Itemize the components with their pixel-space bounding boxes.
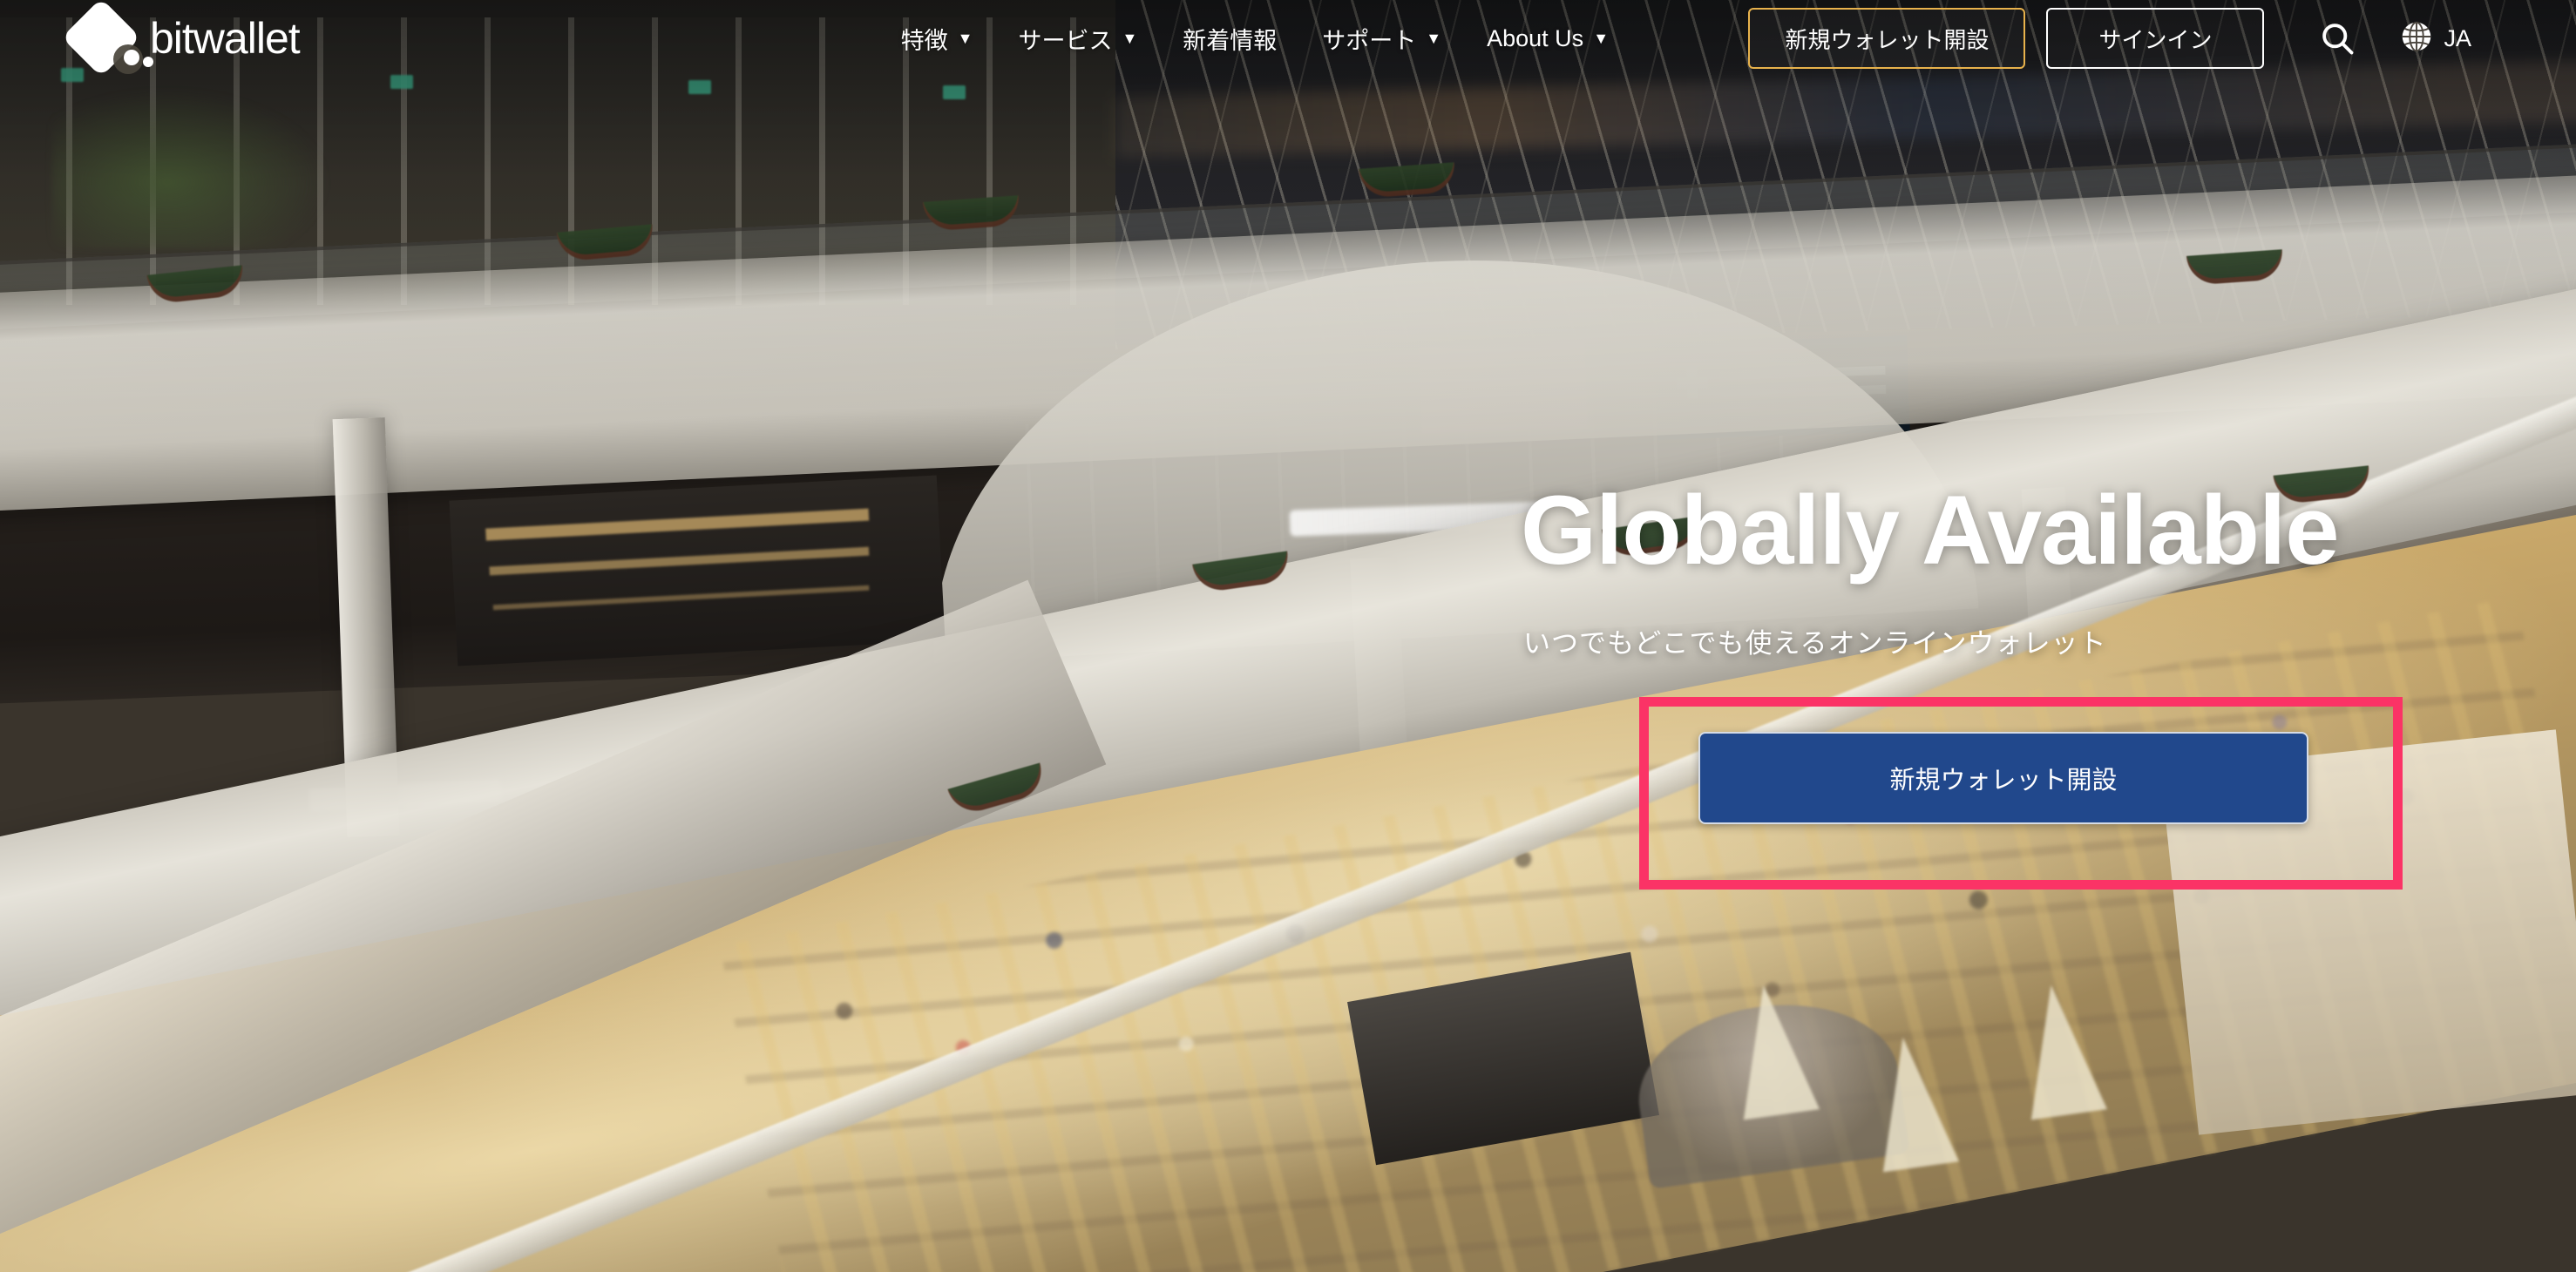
nav-label: サポート <box>1322 27 1417 54</box>
hero-background-photo <box>0 0 2576 1272</box>
brand-logo[interactable]: bitwallet <box>61 0 301 78</box>
search-icon[interactable] <box>2318 19 2356 58</box>
logo-dot-large <box>124 50 139 65</box>
nav-item-news[interactable]: 新着情報 <box>1183 22 1277 56</box>
logo-dot-small <box>143 57 153 67</box>
nav-item-support[interactable]: サポート ▼ <box>1322 22 1441 56</box>
chevron-down-icon: ▼ <box>1593 30 1610 47</box>
nav-label: 特徴 <box>900 27 948 54</box>
nav-label: サービス <box>1018 27 1113 54</box>
chevron-down-icon: ▼ <box>957 30 973 47</box>
header-actions: 新規ウォレット開設 サインイン JA <box>1748 8 2471 69</box>
nav-item-features[interactable]: 特徴 ▼ <box>901 22 973 56</box>
nav-label: 新着情報 <box>1183 27 1278 54</box>
signin-button[interactable]: サインイン <box>2046 8 2265 69</box>
chevron-down-icon: ▼ <box>1122 30 1138 47</box>
site-header: bitwallet 特徴 ▼ サービス ▼ 新着情報 サポート ▼ About … <box>0 0 2576 78</box>
language-label: JA <box>2444 24 2471 51</box>
nav-label: About Us <box>1487 24 1584 51</box>
nav-item-about-us[interactable]: About Us ▼ <box>1487 25 1609 52</box>
diamond-dots-logo-icon <box>61 0 153 78</box>
hero-signup-cta-button[interactable]: 新規ウォレット開設 <box>1698 732 2308 824</box>
brand-name: bitwallet <box>150 14 301 63</box>
globe-icon <box>2398 18 2435 59</box>
signup-button[interactable]: 新規ウォレット開設 <box>1748 8 2026 69</box>
language-selector[interactable]: JA <box>2398 18 2471 59</box>
nav-item-services[interactable]: サービス ▼ <box>1018 22 1137 56</box>
main-navigation: 特徴 ▼ サービス ▼ 新着情報 サポート ▼ About Us ▼ <box>901 22 1609 56</box>
top-vignette <box>0 0 2576 1272</box>
chevron-down-icon: ▼ <box>1426 30 1442 47</box>
page-root: bitwallet 特徴 ▼ サービス ▼ 新着情報 サポート ▼ About … <box>0 0 2576 1272</box>
